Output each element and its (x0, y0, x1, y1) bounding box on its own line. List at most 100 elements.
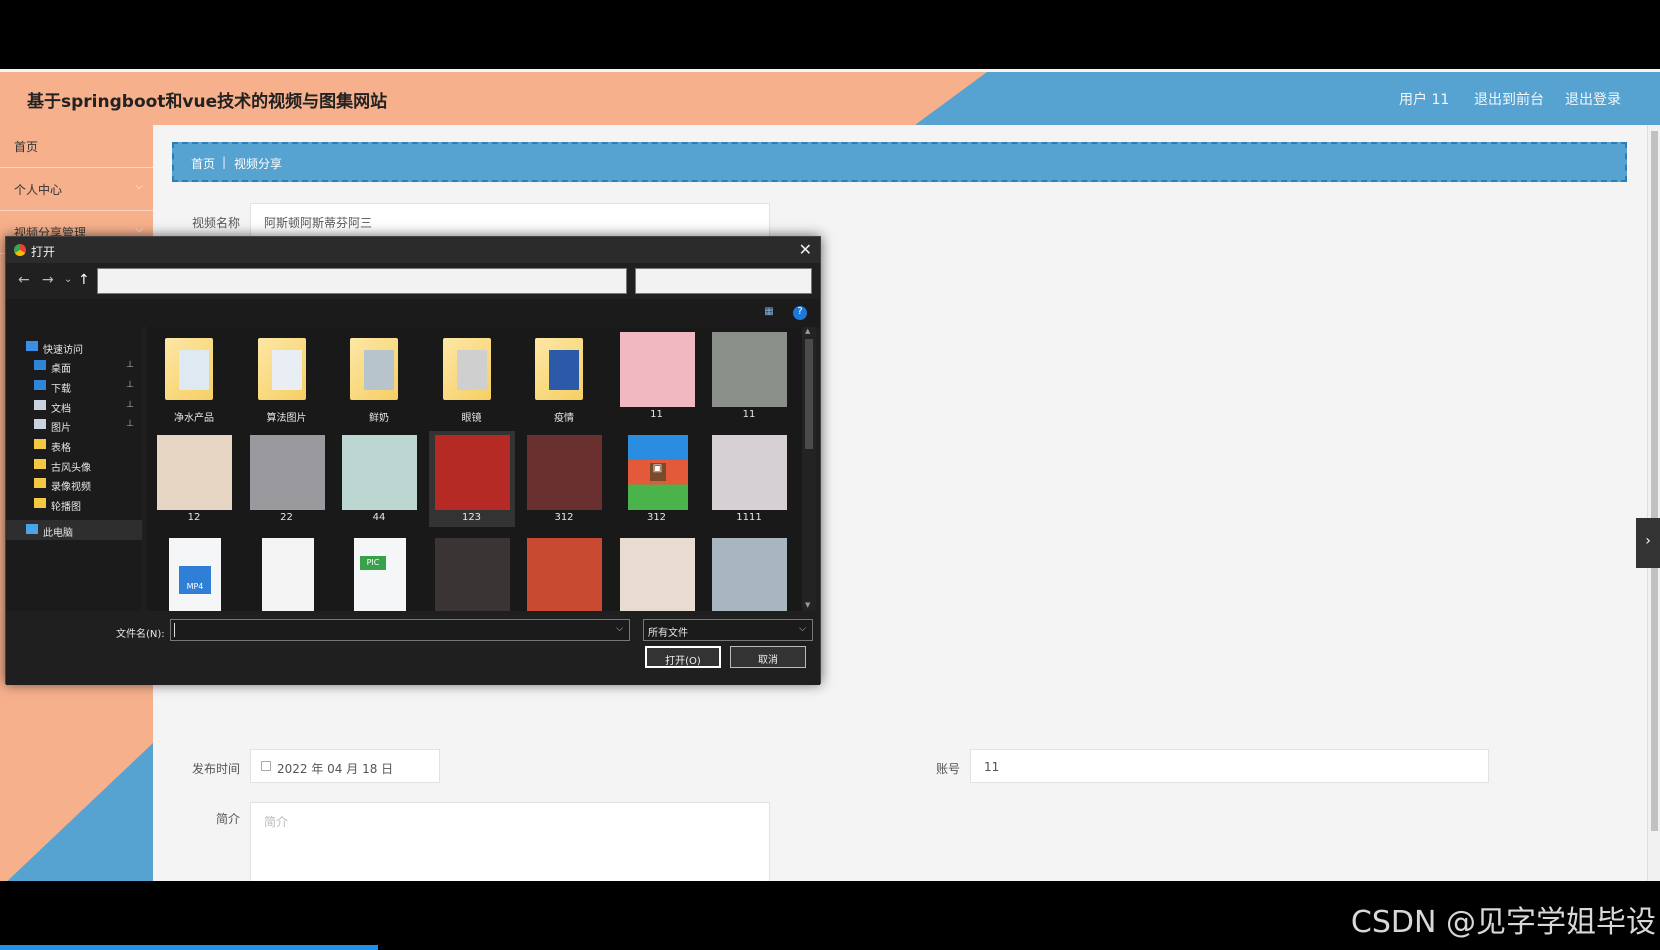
chevron-down-icon[interactable]: ⌵ (616, 624, 623, 634)
archive-buckle: ▣ (649, 463, 666, 481)
text-caret (174, 623, 175, 637)
nav-item-label: 桌面 (51, 364, 71, 375)
scroll-down-icon[interactable]: ▼ (805, 601, 810, 609)
nav-item[interactable]: 此电脑 (6, 520, 142, 540)
page-scrollbar[interactable] (1647, 125, 1660, 881)
nav-item-label: 古风头像 (51, 463, 91, 474)
file-tile[interactable]: 12 (151, 431, 237, 527)
publish-date-input[interactable]: 2022 年 04 月 18 日 (250, 749, 440, 783)
folder-icon (34, 459, 46, 469)
sidebar-item-personal-center[interactable]: 个人中心 ⌵ (0, 168, 153, 211)
image-thumbnail (157, 435, 232, 510)
breadcrumb-home[interactable]: 首页 (191, 155, 215, 172)
nav-item[interactable]: 表格 (6, 435, 142, 455)
file-grid-scrollbar[interactable]: ▲ ▼ (802, 327, 816, 611)
nav-item[interactable]: 古风头像 (6, 455, 142, 475)
nav-item[interactable]: 桌面 ⊥ (6, 356, 142, 376)
publish-date-value: 2022 年 04 月 18 日 (277, 762, 394, 776)
nav-item-label: 表格 (51, 443, 71, 454)
folder-tile[interactable]: 眼镜 (429, 328, 515, 424)
logout-link[interactable]: 退出登录 (1565, 89, 1621, 109)
nav-item[interactable]: 轮播图 (6, 494, 142, 514)
search-box[interactable] (635, 268, 812, 294)
nav-item[interactable]: 文档 ⊥ (6, 396, 142, 416)
folder-icon (535, 338, 583, 400)
folder-preview (179, 350, 209, 390)
file-open-dialog: 打开 ✕ ← → ⌄ ↑ ▦ ? 快速访问 桌面 ⊥ 下载 ⊥ 文档 ⊥ 图片 ⊥ 表格 古风头像录… (5, 236, 821, 685)
file-tile[interactable]: 1111 (706, 431, 792, 527)
account-input[interactable]: 11 (970, 749, 1489, 783)
file-tile[interactable]: 123 (428, 431, 515, 527)
file-tile[interactable]: 11 (706, 328, 792, 424)
file-name: 11 (742, 409, 756, 420)
address-bar[interactable] (97, 268, 627, 294)
sidebar-item-label: 个人中心 (14, 183, 63, 197)
picture-file-icon: PIC (354, 538, 406, 611)
nav-item-label: 下载 (51, 384, 71, 395)
open-button[interactable]: 打开(O) (645, 646, 721, 668)
pin-icon: ⊥ (126, 419, 134, 429)
file-tile[interactable] (429, 534, 515, 611)
header-bar: 基于springboot和vue技术的视频与图集网站 用户 11 退出到前台 退… (0, 72, 1660, 125)
desktop-icon (34, 360, 46, 370)
video-name-input[interactable]: 阿斯顿阿斯蒂芬阿三 (250, 203, 770, 237)
file-tile[interactable]: 22 (244, 431, 330, 527)
nav-item[interactable]: 快速访问 (6, 337, 142, 357)
nav-item[interactable]: 录像视频 (6, 474, 142, 494)
user-link[interactable]: 用户 11 (1399, 89, 1449, 109)
scroll-up-icon[interactable]: ▲ (805, 327, 810, 335)
folder-icon (34, 439, 46, 449)
side-expand-tab[interactable]: › (1636, 518, 1660, 568)
sidebar-item-home[interactable]: 首页 (0, 125, 153, 168)
blank-file-icon (261, 538, 314, 611)
nav-item[interactable]: 下载 ⊥ (6, 376, 142, 396)
file-tile[interactable]: 11 (614, 328, 700, 424)
file-tile[interactable] (244, 534, 330, 611)
image-thumbnail (712, 332, 787, 407)
close-icon[interactable]: ✕ (799, 240, 812, 259)
up-arrow-icon[interactable]: ↑ (78, 272, 90, 288)
back-to-front-link[interactable]: 退出到前台 (1474, 89, 1544, 109)
file-tile[interactable]: 44 (336, 431, 422, 527)
scrollbar-thumb[interactable] (1651, 131, 1658, 831)
filename-input[interactable]: ⌵ (170, 619, 630, 641)
image-thumbnail (342, 435, 417, 510)
view-mode-icon[interactable]: ▦ (762, 306, 776, 320)
breadcrumb-separator: | (222, 155, 227, 169)
file-tile[interactable] (614, 534, 700, 611)
document-icon (34, 400, 46, 410)
back-arrow-icon[interactable]: ← (18, 272, 30, 288)
folder-tile[interactable]: 净水产品 (151, 328, 237, 424)
image-thumbnail (249, 435, 325, 510)
file-tile[interactable]: 312 (521, 431, 607, 527)
file-tile[interactable]: ▣ 312 (614, 431, 700, 527)
pin-icon: ⊥ (126, 380, 134, 390)
file-tile[interactable] (521, 534, 607, 611)
file-name: 1111 (736, 512, 762, 523)
filetype-select[interactable]: 所有文件 ⌵ (643, 619, 813, 641)
file-name: 123 (461, 512, 482, 523)
folder-tile[interactable]: 鲜奶 (336, 328, 422, 424)
file-tile[interactable] (706, 534, 792, 611)
image-thumbnail (434, 538, 510, 611)
image-thumbnail (527, 538, 602, 611)
video-progress-bar[interactable] (0, 945, 378, 950)
file-name: 312 (646, 512, 667, 523)
image-thumbnail (434, 435, 510, 510)
recent-dropdown-icon[interactable]: ⌄ (64, 274, 72, 285)
file-tile[interactable]: MP4 (151, 534, 237, 611)
publish-date-label: 发布时间 (191, 762, 240, 776)
file-tile[interactable]: PIC (336, 534, 422, 611)
folder-tile[interactable]: 疫情 (521, 328, 607, 424)
scrollbar-thumb[interactable] (805, 339, 813, 449)
chevron-down-icon: ⌵ (135, 181, 143, 192)
dialog-titlebar[interactable]: 打开 ✕ (6, 237, 820, 263)
intro-textarea[interactable]: 简介 (250, 802, 770, 881)
nav-item-label: 快速访问 (43, 345, 83, 356)
nav-item[interactable]: 图片 ⊥ (6, 415, 142, 435)
forward-arrow-icon[interactable]: → (42, 272, 54, 288)
dialog-cancel-button[interactable]: 取消 (730, 646, 806, 668)
help-icon[interactable]: ? (793, 306, 807, 320)
folder-tile[interactable]: 算法图片 (244, 328, 330, 424)
file-name: 12 (187, 512, 201, 523)
